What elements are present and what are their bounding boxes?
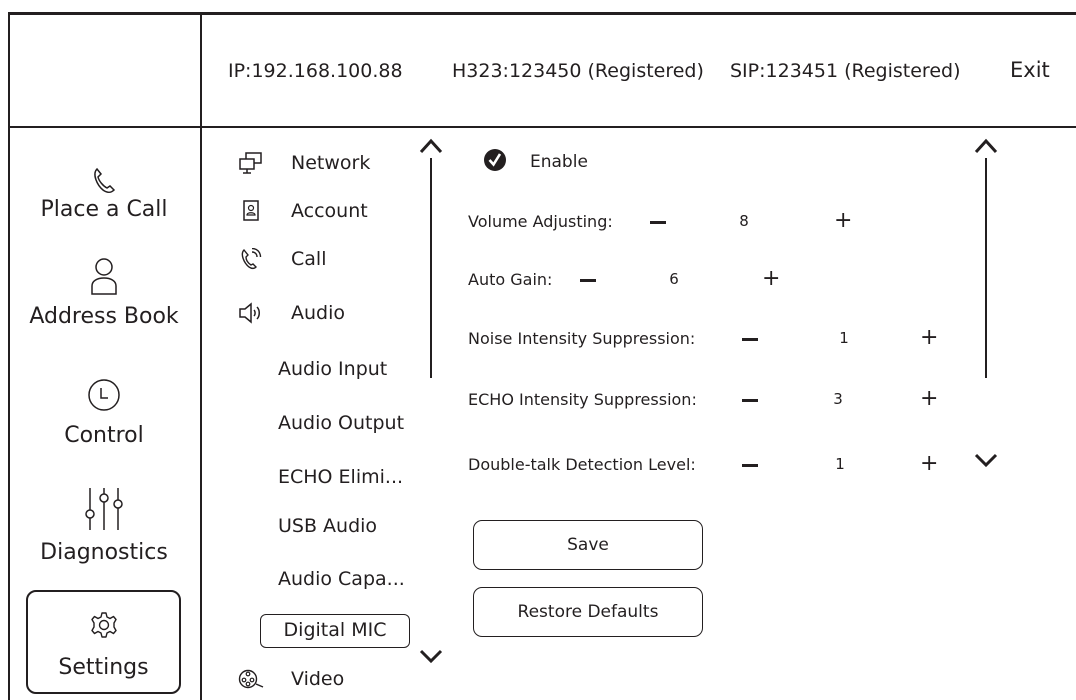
menu-item-audio[interactable]: Audio — [238, 300, 345, 326]
noise-increase-button[interactable]: + — [920, 327, 938, 349]
auto-gain-value: 6 — [669, 270, 679, 288]
setting-label: Double-talk Detection Level: — [468, 455, 696, 474]
setting-label: Volume Adjusting: — [468, 212, 613, 231]
nav-address-book[interactable]: Address Book — [8, 256, 200, 329]
echo-value: 3 — [833, 390, 843, 408]
nav-label: Diagnostics — [40, 540, 168, 565]
call-icon — [241, 248, 262, 270]
sip-status: SIP:123451 (Registered) — [730, 60, 961, 82]
submenu-audio-input[interactable]: Audio Input — [278, 358, 387, 380]
menu-item-label: Call — [291, 248, 327, 270]
frame-top — [8, 12, 1076, 15]
double-talk-increase-button[interactable]: + — [920, 453, 938, 475]
exit-button[interactable]: Exit — [1010, 58, 1050, 82]
gear-icon — [91, 612, 117, 638]
nav-diagnostics[interactable]: Diagnostics — [8, 486, 200, 565]
person-icon — [91, 258, 117, 295]
nav-label: Address Book — [29, 304, 179, 329]
video-icon — [238, 669, 264, 689]
menu-item-network[interactable]: Network — [238, 150, 370, 176]
nav-settings[interactable]: Settings — [26, 590, 181, 694]
nav-control[interactable]: Control — [8, 377, 200, 448]
echo-decrease-button[interactable] — [742, 399, 758, 402]
volume-increase-button[interactable]: + — [834, 210, 852, 232]
menu-item-label: Video — [291, 668, 345, 690]
submenu-echo-elimination[interactable]: ECHO Elimi... — [278, 466, 403, 488]
phone-icon — [94, 167, 116, 193]
clock-icon — [88, 379, 120, 411]
auto-gain-decrease-button[interactable] — [580, 279, 596, 282]
nav-place-a-call[interactable]: Place a Call — [8, 165, 200, 222]
noise-decrease-button[interactable] — [742, 338, 758, 341]
submenu-audio-capability[interactable]: Audio Capa... — [278, 568, 405, 590]
volume-decrease-button[interactable] — [650, 221, 666, 224]
auto-gain-increase-button[interactable]: + — [762, 268, 780, 290]
panel-scrollbar-track[interactable] — [985, 158, 987, 378]
noise-value: 1 — [839, 329, 849, 347]
menu-item-label: Audio — [291, 302, 346, 324]
menu-scroll-up-icon[interactable] — [418, 138, 444, 154]
account-icon — [243, 200, 259, 221]
panel-scroll-down-icon[interactable] — [973, 452, 999, 468]
ip-address: IP:192.168.100.88 — [228, 60, 403, 82]
nav-label: Place a Call — [40, 197, 168, 222]
nav-label: Control — [64, 423, 144, 448]
menu-item-call[interactable]: Call — [238, 246, 326, 272]
menu-item-account[interactable]: Account — [238, 198, 368, 224]
submenu-audio-output[interactable]: Audio Output — [278, 412, 404, 434]
nav-label: Settings — [58, 655, 149, 680]
echo-increase-button[interactable]: + — [920, 388, 938, 410]
h323-status: H323:123450 (Registered) — [452, 60, 704, 82]
menu-scrollbar-track[interactable] — [430, 158, 432, 378]
panel-scroll-up-icon[interactable] — [973, 138, 999, 154]
menu-item-label: Network — [291, 152, 371, 174]
double-talk-decrease-button[interactable] — [742, 464, 758, 467]
save-button[interactable]: Save — [473, 520, 703, 570]
enable-label: Enable — [530, 152, 588, 172]
menu-scroll-down-icon[interactable] — [418, 648, 444, 664]
sliders-icon — [85, 488, 123, 530]
setting-label: Auto Gain: — [468, 270, 553, 289]
menu-item-label: Account — [291, 200, 368, 222]
setting-label: ECHO Intensity Suppression: — [468, 390, 697, 409]
volume-value: 8 — [739, 212, 749, 230]
double-talk-value: 1 — [835, 455, 845, 473]
enable-checkbox-icon[interactable] — [483, 148, 507, 172]
menu-item-video[interactable]: Video — [238, 666, 344, 692]
submenu-digital-mic[interactable]: Digital MIC — [260, 614, 410, 648]
network-icon — [239, 152, 262, 174]
frame-divider-vertical — [200, 12, 202, 700]
audio-icon — [239, 302, 260, 324]
frame-left — [8, 12, 10, 700]
restore-defaults-button[interactable]: Restore Defaults — [473, 587, 703, 637]
submenu-usb-audio[interactable]: USB Audio — [278, 515, 377, 537]
frame-divider-horizontal — [8, 126, 1076, 128]
setting-label: Noise Intensity Suppression: — [468, 329, 696, 348]
